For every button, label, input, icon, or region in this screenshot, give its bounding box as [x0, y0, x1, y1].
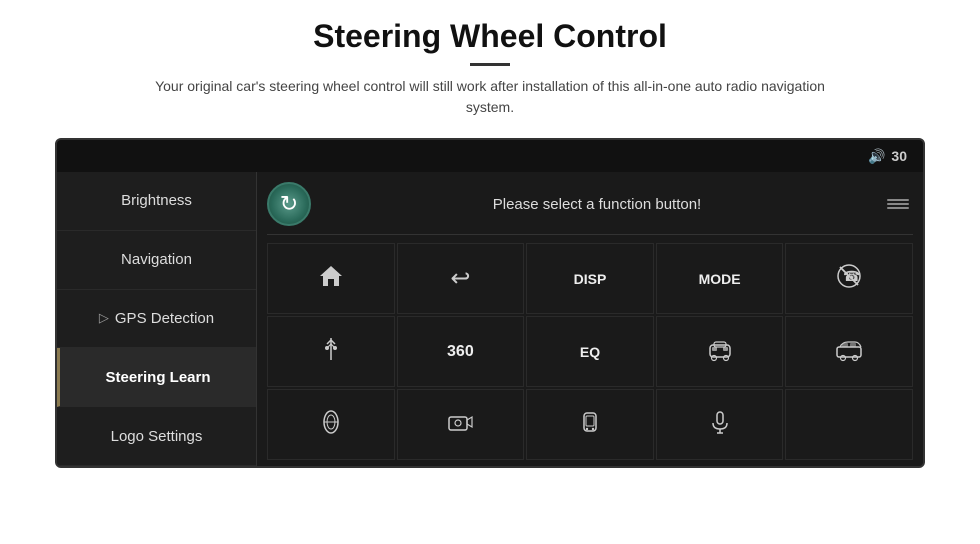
car-top2-icon	[577, 409, 603, 441]
car-side-icon	[835, 335, 863, 369]
mode-label: MODE	[699, 271, 741, 287]
mic-icon	[707, 409, 733, 441]
no-call-icon: ☎	[836, 263, 862, 295]
disp-label: DISP	[574, 271, 607, 287]
sidebar-item-gps[interactable]: ▷ GPS Detection	[57, 290, 256, 349]
grid-cell-home[interactable]	[267, 243, 395, 314]
device-screen: 🔊 30 Brightness Navigation ▷ GPS Detecti…	[55, 138, 925, 468]
refresh-icon: ↻	[280, 191, 298, 217]
back-icon: ↩	[450, 264, 470, 293]
refresh-button[interactable]: ↻	[267, 182, 311, 226]
function-prompt: Please select a function button!	[323, 196, 871, 213]
grid-cell-empty	[785, 389, 913, 460]
camera-icon	[446, 408, 474, 442]
subtitle: Your original car's steering wheel contr…	[140, 76, 840, 118]
360-label: 360	[447, 343, 474, 361]
grid-cell-car-side[interactable]	[785, 316, 913, 387]
main-content: Brightness Navigation ▷ GPS Detection St…	[57, 172, 923, 466]
antenna-icon	[318, 336, 344, 368]
grid-cell-mic[interactable]	[656, 389, 784, 460]
title-divider	[470, 63, 510, 66]
sidebar: Brightness Navigation ▷ GPS Detection St…	[57, 172, 257, 466]
volume-level: 30	[891, 148, 907, 164]
right-panel: ↻ Please select a function button!	[257, 172, 923, 466]
car-top-icon	[318, 409, 344, 441]
top-bar: 🔊 30	[57, 140, 923, 172]
grid-cell-car-top[interactable]	[267, 389, 395, 460]
grid-cell-no-call[interactable]: ☎	[785, 243, 913, 314]
sidebar-item-steering-learn[interactable]: Steering Learn	[57, 348, 256, 407]
page-wrapper: Steering Wheel Control Your original car…	[0, 0, 980, 544]
grid-cell-disp[interactable]: DISP	[526, 243, 654, 314]
svg-text:☎: ☎	[843, 268, 860, 284]
grid-cell-camera[interactable]	[397, 389, 525, 460]
cursor-icon: ▷	[99, 310, 109, 326]
grid-cell-mode[interactable]: MODE	[656, 243, 784, 314]
car-front-icon	[706, 335, 734, 369]
grid-cell-eq[interactable]: EQ	[526, 316, 654, 387]
sidebar-item-logo[interactable]: Logo Settings	[57, 407, 256, 466]
grid-cell-antenna[interactable]	[267, 316, 395, 387]
home-icon	[318, 263, 344, 295]
header-section: Steering Wheel Control Your original car…	[0, 0, 980, 128]
grid-cell-360[interactable]: 360	[397, 316, 525, 387]
volume-icon: 🔊	[868, 148, 885, 165]
function-bar: ↻ Please select a function button!	[267, 178, 913, 235]
grid-cell-back[interactable]: ↩	[397, 243, 525, 314]
button-grid: ↩ DISP MODE ☎	[267, 243, 913, 460]
grid-cell-car-top2[interactable]	[526, 389, 654, 460]
top-right-icon	[883, 194, 913, 214]
page-title: Steering Wheel Control	[60, 18, 920, 55]
grid-cell-car-front[interactable]	[656, 316, 784, 387]
eq-label: EQ	[580, 344, 600, 360]
sidebar-item-brightness[interactable]: Brightness	[57, 172, 256, 231]
sidebar-item-navigation[interactable]: Navigation	[57, 231, 256, 290]
